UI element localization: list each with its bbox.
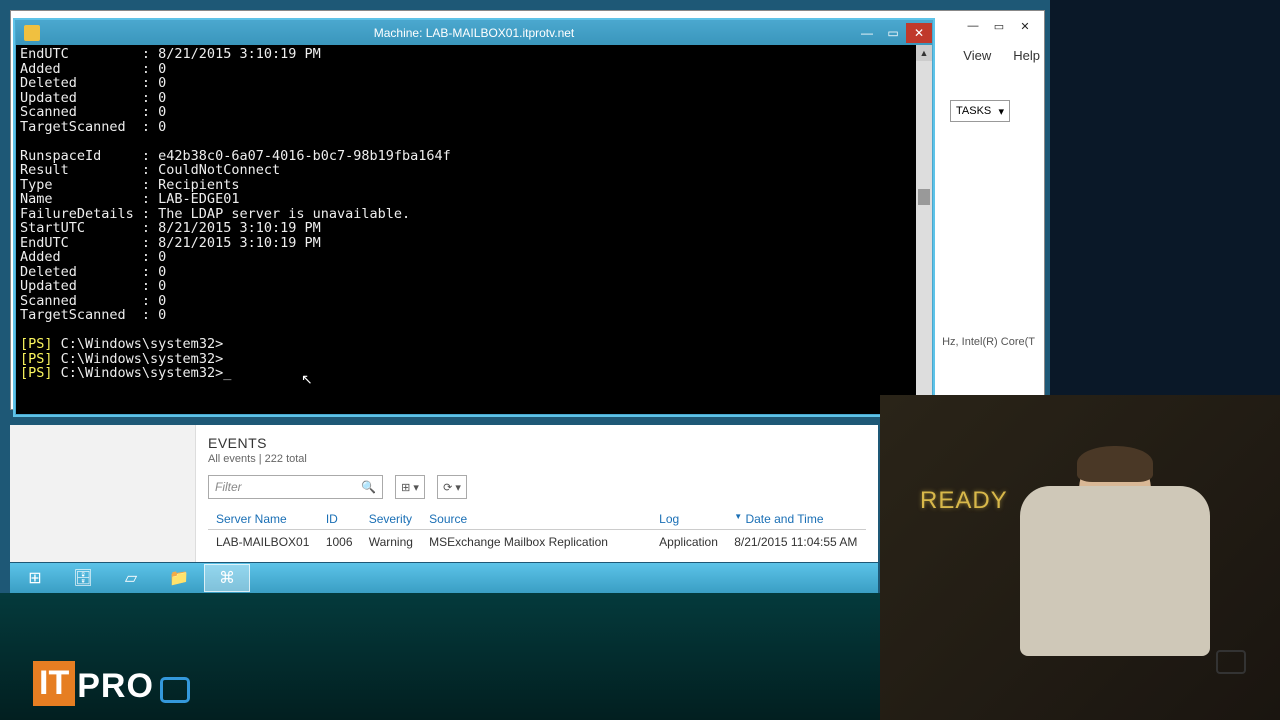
prompt-path-3: C:\Windows\system32> <box>53 365 224 381</box>
logo-pro: PRO <box>77 667 154 706</box>
term-close-button[interactable]: ✕ <box>906 23 932 43</box>
col-server[interactable]: Server Name <box>208 509 318 530</box>
cell-log: Application <box>651 530 726 555</box>
powershell-window: Machine: LAB-MAILBOX01.itprotv.net — ▭ ✕… <box>15 20 933 415</box>
menu-help[interactable]: Help <box>1013 48 1040 63</box>
events-view-options[interactable]: ⊞▾ <box>395 475 425 499</box>
col-date-label: Date and Time <box>745 512 823 526</box>
taskbar-server-manager[interactable]: 🗄 <box>60 564 106 592</box>
chevron-down-icon: ▾ <box>998 105 1004 118</box>
taskbar-explorer[interactable]: 📁 <box>156 564 202 592</box>
events-title: EVENTS <box>208 435 866 451</box>
terminal-body[interactable]: EndUTC : 8/21/2015 3:10:19 PM Added : 0 … <box>16 45 932 414</box>
logo-it: IT <box>33 661 75 706</box>
sort-desc-icon: ▼ <box>734 512 742 521</box>
console-text: EndUTC : 8/21/2015 3:10:19 PM Added : 0 … <box>20 46 451 323</box>
events-panel: EVENTS All events | 222 total Filter 🔍 ⊞… <box>10 425 878 562</box>
chevron-down-icon: ▾ <box>455 481 461 494</box>
terminal-title: Machine: LAB-MAILBOX01.itprotv.net <box>374 26 575 40</box>
taskbar-powershell[interactable]: ▱ <box>108 564 154 592</box>
scroll-up-icon[interactable]: ▲ <box>916 45 932 61</box>
col-severity[interactable]: Severity <box>361 509 421 530</box>
cell-source: MSExchange Mailbox Replication <box>421 530 651 555</box>
events-table: Server Name ID Severity Source Log ▼ Dat… <box>208 509 866 554</box>
scroll-track[interactable] <box>916 61 932 398</box>
cell-severity: Warning <box>361 530 421 555</box>
terminal-titlebar[interactable]: Machine: LAB-MAILBOX01.itprotv.net — ▭ ✕ <box>16 21 932 45</box>
term-maximize-button[interactable]: ▭ <box>880 23 906 43</box>
tasks-dropdown[interactable]: TASKS ▾ <box>950 100 1010 122</box>
ready-sign: READY <box>920 487 1008 515</box>
cell-server: LAB-MAILBOX01 <box>208 530 318 555</box>
cell-date: 8/21/2015 11:04:55 AM <box>726 530 866 555</box>
menu-view[interactable]: View <box>963 48 991 63</box>
filter-icon: ⟳ <box>443 481 452 494</box>
events-query-options[interactable]: ⟳▾ <box>437 475 467 499</box>
bg-close-button[interactable]: ✕ <box>1012 16 1038 36</box>
shirt-tv-icon <box>1216 650 1246 674</box>
search-icon[interactable]: 🔍 <box>361 480 376 494</box>
col-date[interactable]: ▼ Date and Time <box>726 509 866 530</box>
col-id[interactable]: ID <box>318 509 361 530</box>
terminal-scrollbar[interactable]: ▲ ▼ <box>916 45 932 414</box>
events-sidebar <box>10 425 196 562</box>
presenter-silhouette <box>1005 450 1225 720</box>
col-log[interactable]: Log <box>651 509 726 530</box>
filter-placeholder: Filter <box>215 480 242 494</box>
scroll-thumb[interactable] <box>918 189 930 205</box>
logo-tv-icon <box>160 677 190 703</box>
chevron-down-icon: ▾ <box>413 481 419 494</box>
presenter-video: READY <box>880 395 1280 720</box>
grid-icon: ⊞ <box>401 481 410 494</box>
prompt-prefix-3: [PS] <box>20 365 53 381</box>
console-output: EndUTC : 8/21/2015 3:10:19 PM Added : 0 … <box>16 45 932 381</box>
cell-id: 1006 <box>318 530 361 555</box>
taskbar-exchange-shell[interactable]: ⌘ <box>204 564 250 592</box>
start-button[interactable]: ⊞ <box>12 564 58 592</box>
bg-maximize-button[interactable]: ▭ <box>986 16 1012 36</box>
terminal-app-icon <box>24 25 40 41</box>
events-filter-input[interactable]: Filter 🔍 <box>208 475 383 499</box>
taskbar: ⊞ 🗄 ▱ 📁 ⌘ <box>10 563 878 593</box>
cpu-info-label: Hz, Intel(R) Core(T <box>942 336 1035 348</box>
tasks-label: TASKS <box>956 105 991 117</box>
bg-menubar: View Help <box>963 48 1040 63</box>
term-minimize-button[interactable]: — <box>854 23 880 43</box>
col-source[interactable]: Source <box>421 509 651 530</box>
itprotv-logo: IT PRO <box>33 661 190 706</box>
events-subtitle: All events | 222 total <box>208 453 866 465</box>
table-row[interactable]: LAB-MAILBOX01 1006 Warning MSExchange Ma… <box>208 530 866 555</box>
bg-minimize-button[interactable]: — <box>960 16 986 36</box>
